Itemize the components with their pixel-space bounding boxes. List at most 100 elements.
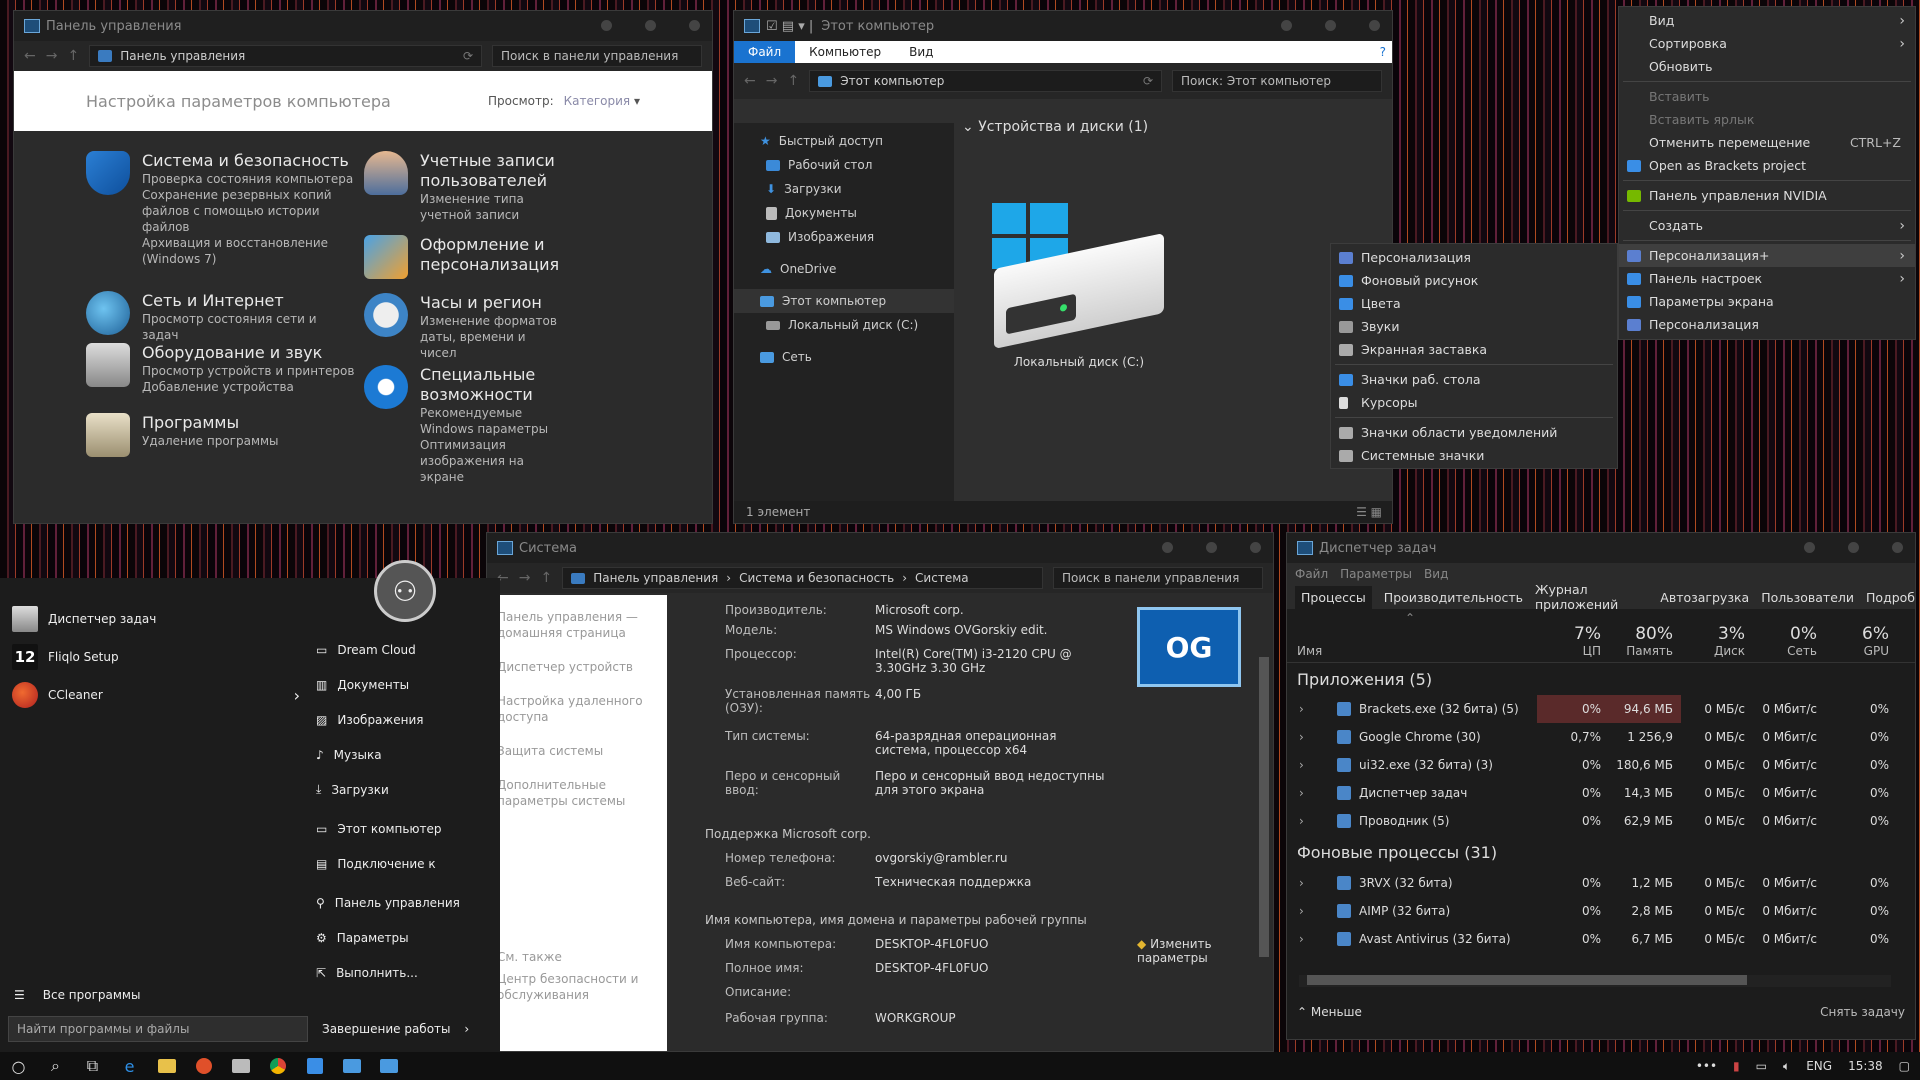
sidebar-link-protection[interactable]: Защита системы (497, 743, 657, 759)
volume-icon[interactable]: 🔈︎ (1783, 1059, 1790, 1074)
menu-item-nvidia[interactable]: Панель управления NVIDIA (1619, 184, 1915, 207)
drive-item[interactable]: Локальный диск (C:) (984, 191, 1174, 371)
chevron-right-icon[interactable]: › (464, 1022, 469, 1036)
breadcrumb-item[interactable]: Система (915, 571, 969, 585)
category-title[interactable]: Сеть и Интернет (142, 291, 356, 311)
system-taskbar-icon[interactable] (370, 1052, 407, 1080)
search-input[interactable]: Поиск: Этот компьютер (1172, 70, 1382, 92)
category-title[interactable]: Учетные записи пользователей (420, 151, 564, 191)
expand-chevron-icon[interactable]: › (1299, 904, 1304, 918)
category-link[interactable]: Рекомендуемые Windows параметры (420, 405, 564, 437)
control-panel-taskbar-icon[interactable] (333, 1052, 370, 1080)
menu-item-display-settings[interactable]: Параметры экрана (1619, 290, 1915, 313)
category-link[interactable]: Оптимизация изображения на экране (420, 437, 564, 485)
maximize-button[interactable] (1325, 20, 1336, 31)
column-disk[interactable]: 3% Диск (1681, 624, 1753, 658)
view-toggle-icons[interactable]: ☰ ▦ (1356, 505, 1382, 519)
start-place-documents[interactable]: ▥ Документы (316, 667, 496, 702)
menu-view[interactable]: Вид (1424, 567, 1448, 581)
search-input[interactable]: Поиск в панели управления (1053, 567, 1263, 589)
tab-computer[interactable]: Компьютер (795, 45, 895, 59)
start-place-downloads[interactable]: ⤓ Загрузки (316, 772, 496, 807)
address-bar[interactable]: Панель управления ⟳ (89, 45, 482, 67)
change-settings-link[interactable]: ◆ Изменить параметры (1137, 937, 1237, 965)
sidebar-link-advanced[interactable]: Дополнительные параметры системы (497, 777, 657, 809)
help-icon[interactable]: ? (1374, 45, 1392, 59)
end-task-button[interactable]: Снять задачу (1820, 1005, 1905, 1019)
horizontal-scrollbar[interactable] (1299, 975, 1891, 987)
task-manager-taskbar-icon[interactable] (222, 1052, 259, 1080)
category-link[interactable]: Просмотр состояния сети и задач (142, 311, 356, 343)
column-gpu[interactable]: 6% GPU (1825, 624, 1897, 658)
breadcrumb-item[interactable]: Система и безопасность (739, 571, 894, 585)
expand-chevron-icon[interactable]: › (1299, 932, 1304, 946)
category-title[interactable]: Программы (142, 413, 279, 433)
close-button[interactable] (1250, 542, 1261, 553)
explorer-taskbar-icon[interactable] (148, 1052, 185, 1080)
process-row[interactable]: › Проводник (5) 0% 62,9 МБ 0 МБ/с 0 Мбит… (1287, 807, 1915, 835)
maximize-button[interactable] (645, 20, 656, 31)
search-input[interactable]: Поиск в панели управления (492, 45, 702, 67)
category-link[interactable]: Изменение форматов даты, времени и чисел (420, 313, 564, 361)
category-accounts[interactable]: Учетные записи пользователей Изменение т… (364, 151, 564, 223)
tab-view[interactable]: Вид (895, 45, 947, 59)
menu-item-personalization-plus[interactable]: Персонализация+ › (1619, 244, 1915, 267)
up-arrow-icon[interactable]: ↑ (67, 48, 79, 64)
breadcrumb[interactable]: Панель управления › Система и безопасность… (562, 567, 1043, 589)
ccleaner-taskbar-icon[interactable] (185, 1052, 222, 1080)
menu-item-view[interactable]: Вид › (1619, 9, 1915, 32)
category-link[interactable]: Удаление программы (142, 433, 279, 449)
tab-file[interactable]: Файл (734, 41, 796, 63)
submenu-item[interactable]: Системные значки (1331, 444, 1617, 467)
sort-chevron-icon[interactable]: ⌃ (1405, 611, 1415, 625)
category-title[interactable]: Оборудование и звук (142, 343, 354, 363)
submenu-item[interactable]: Значки области уведомлений (1331, 421, 1617, 444)
category-title[interactable]: Часы и регион (420, 293, 564, 313)
notifications-icon[interactable]: ▢ (1899, 1059, 1910, 1073)
system-titlebar[interactable]: Система (487, 533, 1273, 563)
start-place-dream-cloud[interactable]: ▭ Dream Cloud (316, 632, 496, 667)
minimize-button[interactable] (1804, 542, 1815, 553)
nav-local-disk[interactable]: Локальный диск (C:) (734, 313, 954, 337)
category-programs[interactable]: Программы Удаление программы (86, 413, 356, 457)
back-arrow-icon[interactable]: ← (24, 48, 36, 64)
maximize-button[interactable] (1206, 542, 1217, 553)
user-avatar[interactable]: ⚇ (374, 560, 436, 622)
menu-item-sort[interactable]: Сортировка › (1619, 32, 1915, 55)
maximize-button[interactable] (1848, 542, 1859, 553)
tab-performance[interactable]: Производительность (1384, 590, 1523, 605)
nav-quick-access[interactable]: ★ Быстрый доступ (734, 129, 954, 153)
group-header[interactable]: ⌄ Устройства и диски (1) (962, 119, 1148, 135)
tab-details[interactable]: Подроб (1866, 590, 1915, 605)
expand-chevron-icon[interactable]: › (1299, 758, 1304, 772)
refresh-icon[interactable]: ⟳ (463, 49, 473, 63)
close-button[interactable] (689, 20, 700, 31)
column-network[interactable]: 0% Сеть (1753, 624, 1825, 658)
nav-this-pc[interactable]: Этот компьютер (734, 289, 954, 313)
minimize-button[interactable] (1162, 542, 1173, 553)
column-cpu[interactable]: 7% ЦП (1537, 624, 1609, 658)
aimp-tray-icon[interactable]: ▮ (1733, 1059, 1740, 1073)
category-clock-region[interactable]: Часы и регион Изменение форматов даты, в… (364, 293, 564, 361)
start-app-task-manager[interactable]: Диспетчер задач (0, 600, 310, 638)
menu-item-brackets[interactable]: Open as Brackets project (1619, 154, 1915, 177)
category-system-security[interactable]: Система и безопасность Проверка состояни… (86, 151, 356, 267)
chevron-right-icon[interactable]: › (294, 686, 300, 705)
menu-item-undo-move[interactable]: Отменить перемещение CTRL+Z (1619, 131, 1915, 154)
expand-chevron-icon[interactable]: › (1299, 730, 1304, 744)
forward-arrow-icon[interactable]: → (519, 570, 531, 586)
start-app-ccleaner[interactable]: CCleaner › (0, 676, 310, 714)
forward-arrow-icon[interactable]: → (46, 48, 58, 64)
tab-users[interactable]: Пользователи (1761, 590, 1854, 605)
sidebar-link-home[interactable]: Панель управления — домашняя страница (497, 609, 657, 641)
category-hardware[interactable]: Оборудование и звук Просмотр устройств и… (86, 343, 356, 395)
process-row[interactable]: › Brackets.exe (32 бита) (5) 0% 94,6 МБ … (1287, 695, 1915, 723)
all-programs-button[interactable]: ☰ Все программы (14, 988, 140, 1002)
sidebar-link-remote[interactable]: Настройка удаленного доступа (497, 693, 657, 725)
control-panel-titlebar[interactable]: Панель управления (14, 11, 712, 41)
tab-processes[interactable]: Процессы (1295, 585, 1372, 609)
network-tray-icon[interactable]: ▭ (1756, 1059, 1767, 1073)
submenu-item[interactable]: Персонализация (1331, 246, 1617, 269)
process-row[interactable]: › Диспетчер задач 0% 14,3 МБ 0 МБ/с 0 Мб… (1287, 779, 1915, 807)
chrome-taskbar-icon[interactable] (259, 1052, 296, 1080)
